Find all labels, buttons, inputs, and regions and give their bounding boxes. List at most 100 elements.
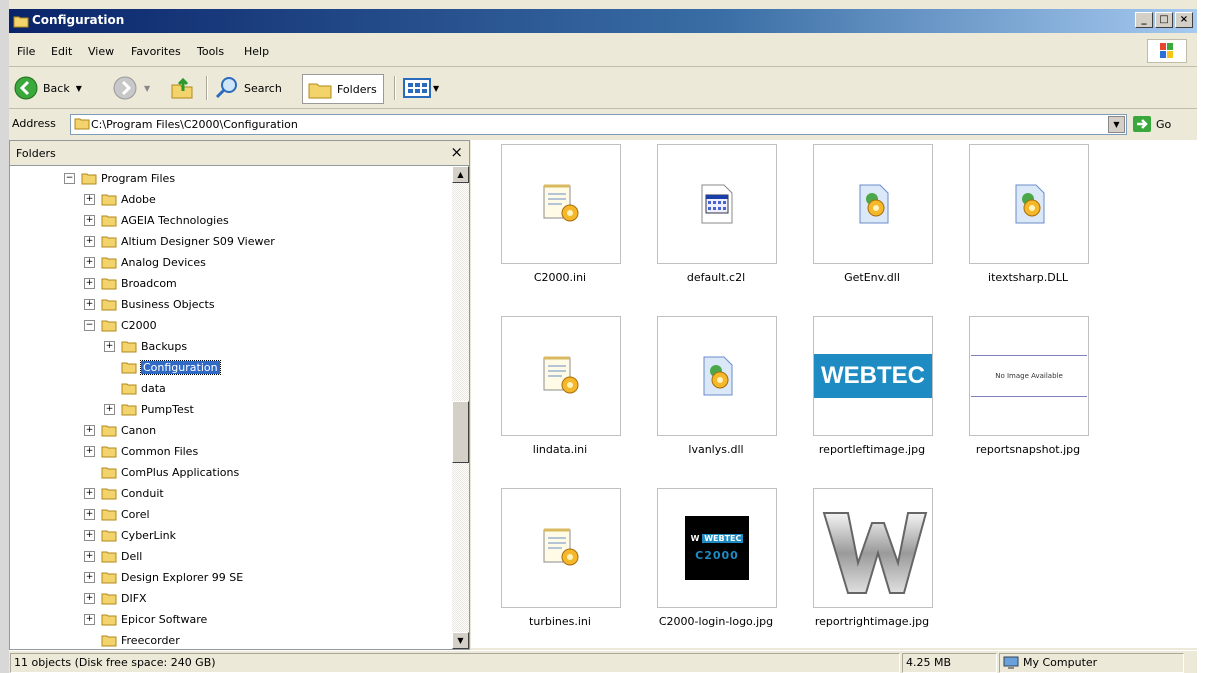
go-button[interactable]: Go xyxy=(1132,114,1171,134)
expand-icon[interactable]: + xyxy=(84,235,95,247)
tree-item[interactable]: + DIFX xyxy=(84,588,147,608)
tree-item[interactable]: + PumpTest xyxy=(104,399,194,419)
folders-pane: Folders × − Program Files + Adobe + AGEIA Tec… xyxy=(9,140,470,650)
expand-icon[interactable]: + xyxy=(84,445,95,457)
dll-file-icon xyxy=(859,184,889,224)
tree-item-label: Canon xyxy=(121,423,157,437)
address-input[interactable]: C:\Program Files\C2000\Configuration ▼ xyxy=(70,114,1127,135)
tree-item[interactable]: + Analog Devices xyxy=(84,252,206,272)
tree-item[interactable]: + Broadcom xyxy=(84,273,177,293)
back-button[interactable]: Back ▼ xyxy=(13,74,82,102)
tree-item[interactable]: − C2000 xyxy=(84,315,157,335)
minimize-button[interactable]: _ xyxy=(1135,12,1153,28)
up-folder-button[interactable] xyxy=(169,74,195,102)
expand-icon[interactable]: + xyxy=(104,340,115,352)
collapse-icon[interactable]: − xyxy=(64,172,75,184)
expand-icon[interactable]: + xyxy=(84,193,95,205)
tree-item[interactable]: + Business Objects xyxy=(84,294,215,314)
forward-button[interactable]: ▼ xyxy=(112,74,150,102)
back-dropdown-icon[interactable]: ▼ xyxy=(76,84,82,93)
forward-dropdown-icon[interactable]: ▼ xyxy=(144,84,150,93)
expand-icon[interactable]: + xyxy=(84,571,95,583)
title-bar[interactable]: Configuration _ □ × xyxy=(9,9,1197,33)
scroll-down-icon[interactable]: ▼ xyxy=(452,632,469,649)
file-name[interactable]: lvanlys.dll xyxy=(636,443,796,456)
menu-view[interactable]: View xyxy=(88,45,114,58)
menu-tools[interactable]: Tools xyxy=(197,45,224,58)
menu-help[interactable]: Help xyxy=(244,45,269,58)
expand-icon[interactable]: + xyxy=(84,277,95,289)
expand-icon[interactable]: + xyxy=(84,256,95,268)
tree-item[interactable]: + Canon xyxy=(84,420,156,440)
expand-icon[interactable]: + xyxy=(84,298,95,310)
back-arrow-icon xyxy=(14,76,38,100)
tree-item[interactable]: + AGEIA Technologies xyxy=(84,210,229,230)
expand-icon[interactable]: + xyxy=(84,508,95,520)
folder-icon xyxy=(13,16,29,28)
tree-item[interactable]: + Altium Designer S09 Viewer xyxy=(84,231,275,251)
tree-item[interactable]: + Common Files xyxy=(84,441,198,461)
tree-item[interactable]: Configuration xyxy=(104,357,221,377)
expand-icon[interactable]: + xyxy=(84,487,95,499)
file-name[interactable]: GetEnv.dll xyxy=(792,271,952,284)
file-name[interactable]: turbines.ini xyxy=(480,615,640,628)
file-thumbnail[interactable] xyxy=(501,144,621,264)
expand-icon[interactable]: + xyxy=(104,403,115,415)
expand-icon[interactable]: + xyxy=(84,592,95,604)
menu-file[interactable]: File xyxy=(17,45,35,58)
file-name[interactable]: C2000-login-logo.jpg xyxy=(636,615,796,628)
file-thumbnail[interactable]: No Image Available xyxy=(969,316,1089,436)
file-thumbnail[interactable] xyxy=(813,144,933,264)
scroll-thumb[interactable] xyxy=(452,401,469,463)
search-label: Search xyxy=(244,81,282,95)
folder-icon xyxy=(101,446,117,457)
tree-item[interactable]: + CyberLink xyxy=(84,525,176,545)
close-pane-icon[interactable]: × xyxy=(450,143,463,161)
expand-icon[interactable]: + xyxy=(84,424,95,436)
tree-item[interactable]: − Program Files xyxy=(64,168,175,188)
file-thumbnail[interactable] xyxy=(813,488,933,608)
tree-item[interactable]: Freecorder xyxy=(84,630,180,649)
file-thumbnail[interactable] xyxy=(969,144,1089,264)
file-name[interactable]: reportsnapshot.jpg xyxy=(948,443,1108,456)
views-dropdown-icon[interactable]: ▼ xyxy=(433,84,439,93)
expand-icon[interactable]: + xyxy=(84,214,95,226)
file-name[interactable]: itextsharp.DLL xyxy=(948,271,1108,284)
file-thumbnail[interactable] xyxy=(501,316,621,436)
scroll-up-icon[interactable]: ▲ xyxy=(452,166,469,183)
close-button[interactable]: × xyxy=(1175,12,1193,28)
address-dropdown-icon[interactable]: ▼ xyxy=(1108,116,1125,133)
tree-item[interactable]: + Adobe xyxy=(84,189,156,209)
tree-item[interactable]: + Epicor Software xyxy=(84,609,207,629)
menu-edit[interactable]: Edit xyxy=(51,45,72,58)
file-name[interactable]: reportrightimage.jpg xyxy=(792,615,952,628)
file-name[interactable]: lindata.ini xyxy=(480,443,640,456)
views-button[interactable]: ▼ xyxy=(403,74,439,102)
file-thumbnail[interactable] xyxy=(657,316,777,436)
file-thumbnail[interactable] xyxy=(657,144,777,264)
menu-favorites[interactable]: Favorites xyxy=(131,45,181,58)
tree-item[interactable]: + Dell xyxy=(84,546,142,566)
expand-icon[interactable]: + xyxy=(84,550,95,562)
file-name[interactable]: C2000.ini xyxy=(480,271,640,284)
collapse-icon[interactable]: − xyxy=(84,319,95,331)
folder-icon xyxy=(121,341,137,352)
tree-item[interactable]: + Conduit xyxy=(84,483,164,503)
search-button[interactable]: Search xyxy=(214,74,282,102)
expand-icon[interactable]: + xyxy=(84,529,95,541)
folder-icon xyxy=(101,194,117,205)
file-name[interactable]: reportleftimage.jpg xyxy=(792,443,952,456)
file-thumbnail[interactable]: WEBTEC xyxy=(813,316,933,436)
tree-item[interactable]: + Backups xyxy=(104,336,187,356)
folder-tree-scrollbar[interactable]: ▲ ▼ xyxy=(452,166,469,649)
file-name[interactable]: default.c2l xyxy=(636,271,796,284)
file-thumbnail[interactable] xyxy=(501,488,621,608)
file-thumbnail[interactable]: W WEBTEC C2000 xyxy=(657,488,777,608)
tree-item[interactable]: data xyxy=(104,378,166,398)
tree-item[interactable]: + Corel xyxy=(84,504,150,524)
tree-item[interactable]: + Design Explorer 99 SE xyxy=(84,567,243,587)
maximize-button[interactable]: □ xyxy=(1155,12,1173,28)
expand-icon[interactable]: + xyxy=(84,613,95,625)
folders-button[interactable]: Folders xyxy=(302,74,384,104)
tree-item[interactable]: ComPlus Applications xyxy=(84,462,239,482)
